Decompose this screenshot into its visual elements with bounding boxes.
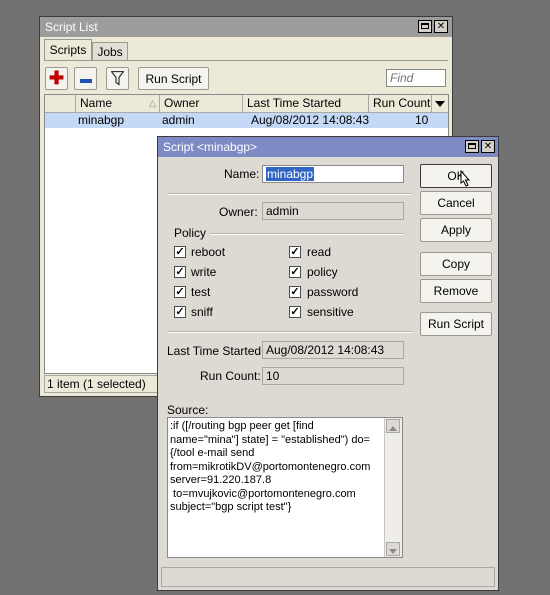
reboot-label: reboot (191, 245, 226, 259)
up-arrow-icon (389, 426, 397, 431)
scroll-down-button[interactable] (386, 542, 400, 556)
filter-button[interactable] (106, 67, 129, 90)
down-arrow-icon (389, 549, 397, 554)
name-label: Name: (224, 167, 260, 181)
add-button[interactable]: ✚ (45, 67, 68, 90)
table-row[interactable]: minabgp admin Aug/08/2012 14:08:43 10 (45, 113, 448, 128)
sort-icon: △ (149, 98, 156, 108)
dropdown-icon (435, 101, 445, 107)
read-checkbox[interactable]: ✓ (289, 246, 301, 258)
last-started-field: Aug/08/2012 14:08:43 (262, 341, 404, 359)
tab-separator (44, 60, 448, 61)
column-menu-button[interactable] (432, 95, 448, 112)
source-textarea[interactable]: :if ([/routing bgp peer get [find name="… (167, 417, 403, 558)
policy-label: Policy (174, 226, 207, 240)
source-text: :if ([/routing bgp peer get [find name="… (170, 420, 371, 513)
dialog-status-bar (161, 567, 495, 587)
name-field[interactable]: minabgp (262, 165, 404, 183)
script-list-titlebar[interactable]: Script List ✕ (40, 17, 452, 37)
reboot-checkbox[interactable]: ✓ (174, 246, 186, 258)
separator (168, 331, 412, 333)
run-count-field: 10 (262, 367, 404, 385)
remove-button[interactable] (74, 67, 97, 90)
test-checkbox[interactable]: ✓ (174, 286, 186, 298)
read-label: read (307, 245, 332, 259)
status-bar: 1 item (1 selected) (44, 375, 162, 393)
column-blank (45, 95, 76, 112)
dialog-title: Script <minabgp> (163, 140, 258, 154)
sniff-label: sniff (191, 305, 213, 319)
window-title: Script List (45, 20, 98, 34)
mouse-cursor-icon (460, 170, 471, 187)
column-run-count[interactable]: Run Count (369, 95, 432, 112)
script-dialog-titlebar[interactable]: Script <minabgp> ✕ (158, 137, 498, 157)
script-dialog: Script <minabgp> ✕ Name: minabgp Owner: … (157, 136, 499, 591)
close-icon[interactable]: ✕ (481, 140, 495, 153)
maximize-icon[interactable] (418, 20, 432, 33)
table-header: Name △ Owner Last Time Started Run Count (45, 95, 448, 113)
password-checkbox[interactable]: ✓ (289, 286, 301, 298)
minus-icon (79, 79, 92, 83)
maximize-icon[interactable] (465, 140, 479, 153)
password-label: password (307, 285, 359, 299)
owner-label: Owner: (219, 205, 258, 219)
tab-scripts[interactable]: Scripts (44, 39, 92, 61)
remove-script-button[interactable]: Remove (420, 279, 492, 303)
column-name[interactable]: Name △ (76, 95, 160, 112)
column-last-started[interactable]: Last Time Started (243, 95, 369, 112)
run-count-label: Run Count: (200, 369, 261, 383)
policy-checkbox[interactable]: ✓ (289, 266, 301, 278)
separator (168, 193, 412, 195)
apply-button[interactable]: Apply (420, 218, 492, 242)
sensitive-checkbox[interactable]: ✓ (289, 306, 301, 318)
run-script-button[interactable]: Run Script (138, 67, 209, 90)
copy-button[interactable]: Copy (420, 252, 492, 276)
write-label: write (191, 265, 217, 279)
find-input[interactable] (386, 69, 446, 87)
close-icon[interactable]: ✕ (434, 20, 448, 33)
sensitive-label: sensitive (307, 305, 354, 319)
test-label: test (191, 285, 211, 299)
ok-button[interactable]: OK (420, 164, 492, 188)
sniff-checkbox[interactable]: ✓ (174, 306, 186, 318)
plus-icon: ✚ (48, 68, 65, 88)
scrollbar[interactable] (384, 418, 402, 557)
filter-icon (110, 70, 125, 86)
policy-option-label: policy (307, 265, 338, 279)
column-owner[interactable]: Owner (160, 95, 243, 112)
policy-separator (210, 233, 404, 235)
tab-jobs[interactable]: Jobs (92, 42, 128, 61)
write-checkbox[interactable]: ✓ (174, 266, 186, 278)
name-value: minabgp (266, 167, 315, 181)
last-started-label: Last Time Started: (167, 344, 265, 358)
run-script-dialog-button[interactable]: Run Script (420, 312, 492, 336)
cancel-button[interactable]: Cancel (420, 191, 492, 215)
owner-field: admin (262, 202, 404, 220)
source-label: Source: (167, 403, 209, 417)
scroll-up-button[interactable] (386, 419, 400, 433)
